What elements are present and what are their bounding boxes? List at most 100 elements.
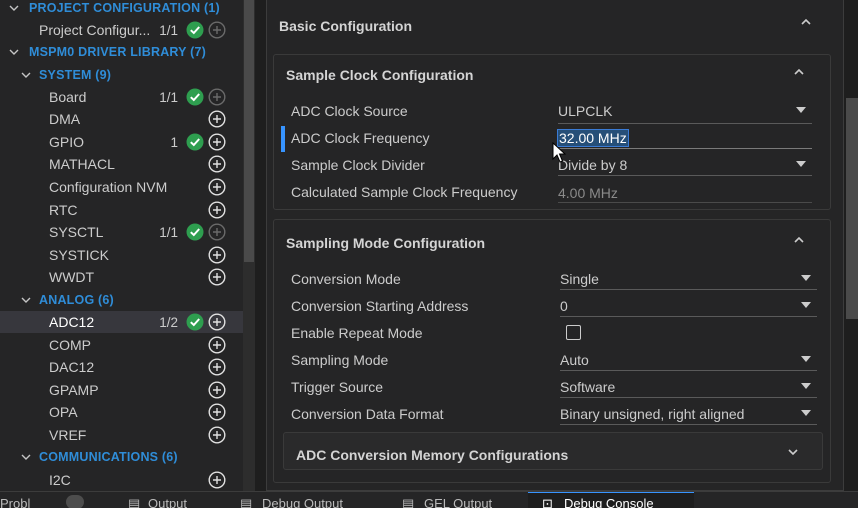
repeat-mode-checkbox[interactable] — [566, 325, 581, 340]
tree-category-project-configuration[interactable]: PROJECT CONFIGURATION (1) — [0, 0, 243, 19]
tab-debug-output[interactable]: Debug Output — [262, 496, 343, 508]
trigger-source-select[interactable]: Software — [560, 379, 615, 395]
add-instance-icon[interactable] — [208, 110, 226, 128]
sampling-mode-title[interactable]: Sampling Mode Configuration — [286, 235, 485, 251]
sample-clock-divider-select[interactable]: Divide by 8 — [558, 157, 627, 173]
sampling-mode-select[interactable]: Auto — [560, 352, 589, 368]
tree-category-driver-library[interactable]: MSPM0 DRIVER LIBRARY (7) — [0, 41, 243, 63]
tree-category-label: MSPM0 DRIVER LIBRARY (7) — [29, 45, 207, 59]
add-instance-icon[interactable] — [208, 178, 226, 196]
add-instance-icon[interactable] — [208, 313, 226, 331]
field-underline — [560, 316, 817, 317]
check-icon — [186, 21, 204, 39]
instance-count: 1/1 — [159, 224, 178, 240]
dropdown-arrow-icon[interactable] — [801, 302, 811, 308]
tree-category-communications[interactable]: COMMUNICATIONS (6) — [0, 446, 243, 468]
expand-icon[interactable] — [786, 447, 800, 457]
adc-clock-frequency-input[interactable]: 32.00 MHz — [557, 129, 629, 147]
tree-item-gpamp[interactable]: GPAMP — [0, 379, 243, 401]
gel-output-icon[interactable]: ▤ — [402, 496, 414, 508]
main-scrollbar-thumb[interactable] — [846, 98, 858, 319]
add-instance-icon[interactable] — [208, 358, 226, 376]
tree-item-dma[interactable]: DMA — [0, 108, 243, 130]
tab-gel-output[interactable]: GEL Output — [424, 496, 492, 508]
tree-category-label: COMMUNICATIONS (6) — [39, 450, 178, 464]
add-instance-icon[interactable] — [208, 223, 226, 241]
sample-clock-divider-label: Sample Clock Divider — [291, 157, 425, 173]
check-icon — [186, 313, 204, 331]
dropdown-arrow-icon[interactable] — [801, 383, 811, 389]
tab-output[interactable]: Output — [148, 496, 187, 508]
add-instance-icon[interactable] — [208, 133, 226, 151]
dropdown-arrow-icon[interactable] — [801, 356, 811, 362]
bottom-panel-tabs: Probl ▤ Output ▤ Debug Output ▤ GEL Outp… — [0, 491, 858, 508]
tree-item-wwdt[interactable]: WWDT — [0, 266, 243, 288]
add-instance-icon[interactable] — [208, 88, 226, 106]
tree-item-rtc[interactable]: RTC — [0, 199, 243, 221]
tree-item-i2c[interactable]: I2C — [0, 469, 243, 491]
sample-clock-title[interactable]: Sample Clock Configuration — [286, 67, 473, 83]
add-instance-icon[interactable] — [208, 403, 226, 421]
tree-item-vref[interactable]: VREF — [0, 424, 243, 446]
conversion-start-select[interactable]: 0 — [560, 298, 568, 314]
memory-configurations-title[interactable]: ADC Conversion Memory Configurations — [296, 447, 568, 463]
field-underline — [560, 370, 817, 371]
tree-item-dac12[interactable]: DAC12 — [0, 356, 243, 378]
basic-configuration-title[interactable]: Basic Configuration — [279, 18, 412, 34]
tree-item-project-configuration[interactable]: Project Configur... 1/1 — [0, 19, 243, 41]
adc-clock-source-select[interactable]: ULPCLK — [558, 103, 612, 119]
chevron-down-icon[interactable] — [8, 46, 20, 58]
output-icon[interactable]: ▤ — [128, 496, 140, 508]
selected-text: 32.00 MHz — [557, 129, 629, 147]
tree-item-sysctl[interactable]: SYSCTL 1/1 — [0, 221, 243, 243]
add-instance-icon[interactable] — [208, 268, 226, 286]
dropdown-arrow-icon[interactable] — [801, 410, 811, 416]
add-instance-icon[interactable] — [208, 336, 226, 354]
tree-item-adc12[interactable]: ADC12 1/2 — [0, 311, 243, 333]
conversion-mode-select[interactable]: Single — [560, 271, 599, 287]
add-instance-icon[interactable] — [208, 21, 226, 39]
panel-divider[interactable] — [255, 0, 264, 491]
scrollbar-thumb[interactable] — [244, 0, 254, 262]
tree-item-configuration-nvm[interactable]: Configuration NVM — [0, 176, 243, 198]
tree-item-opa[interactable]: OPA — [0, 401, 243, 423]
tree-scrollbar[interactable] — [243, 0, 255, 491]
instance-count: 1/1 — [159, 89, 178, 105]
add-instance-icon[interactable] — [208, 426, 226, 444]
chevron-down-icon[interactable] — [20, 69, 32, 81]
field-underline — [560, 289, 817, 290]
tree-item-gpio[interactable]: GPIO 1 — [0, 131, 243, 153]
tree-item-comp[interactable]: COMP — [0, 334, 243, 356]
add-instance-icon[interactable] — [208, 246, 226, 264]
dropdown-arrow-icon[interactable] — [801, 275, 811, 281]
collapse-icon[interactable] — [792, 235, 806, 245]
debug-output-icon[interactable]: ▤ — [240, 496, 252, 508]
tab-problems[interactable]: Probl — [0, 496, 30, 508]
chevron-down-icon[interactable] — [20, 294, 32, 306]
tree-category-analog[interactable]: ANALOG (6) — [0, 289, 243, 311]
tree-item-systick[interactable]: SYSTICK — [0, 244, 243, 266]
chevron-down-icon[interactable] — [8, 2, 20, 14]
field-underline — [558, 148, 812, 149]
add-instance-icon[interactable] — [208, 471, 226, 489]
tree-item-label: SYSTICK — [49, 247, 109, 263]
tree-item-label: GPAMP — [49, 382, 99, 398]
instance-count: 1/1 — [159, 22, 178, 38]
tab-debug-console[interactable]: Debug Console — [564, 496, 654, 508]
tree-item-label: VREF — [49, 427, 87, 443]
add-instance-icon[interactable] — [208, 381, 226, 399]
console-icon[interactable]: ⊡ — [542, 496, 553, 508]
add-instance-icon[interactable] — [208, 155, 226, 173]
tree-category-system[interactable]: SYSTEM (9) — [0, 64, 243, 86]
collapse-icon[interactable] — [799, 17, 813, 27]
collapse-icon[interactable] — [792, 67, 806, 77]
module-tree: PROJECT CONFIGURATION (1) Project Config… — [0, 0, 243, 491]
tree-item-board[interactable]: Board 1/1 — [0, 86, 243, 108]
dropdown-arrow-icon[interactable] — [796, 161, 806, 167]
adc-clock-source-label: ADC Clock Source — [291, 103, 408, 119]
data-format-select[interactable]: Binary unsigned, right aligned — [560, 406, 744, 422]
tree-item-mathacl[interactable]: MATHACL — [0, 153, 243, 175]
add-instance-icon[interactable] — [208, 201, 226, 219]
chevron-down-icon[interactable] — [20, 451, 32, 463]
dropdown-arrow-icon[interactable] — [796, 107, 806, 113]
